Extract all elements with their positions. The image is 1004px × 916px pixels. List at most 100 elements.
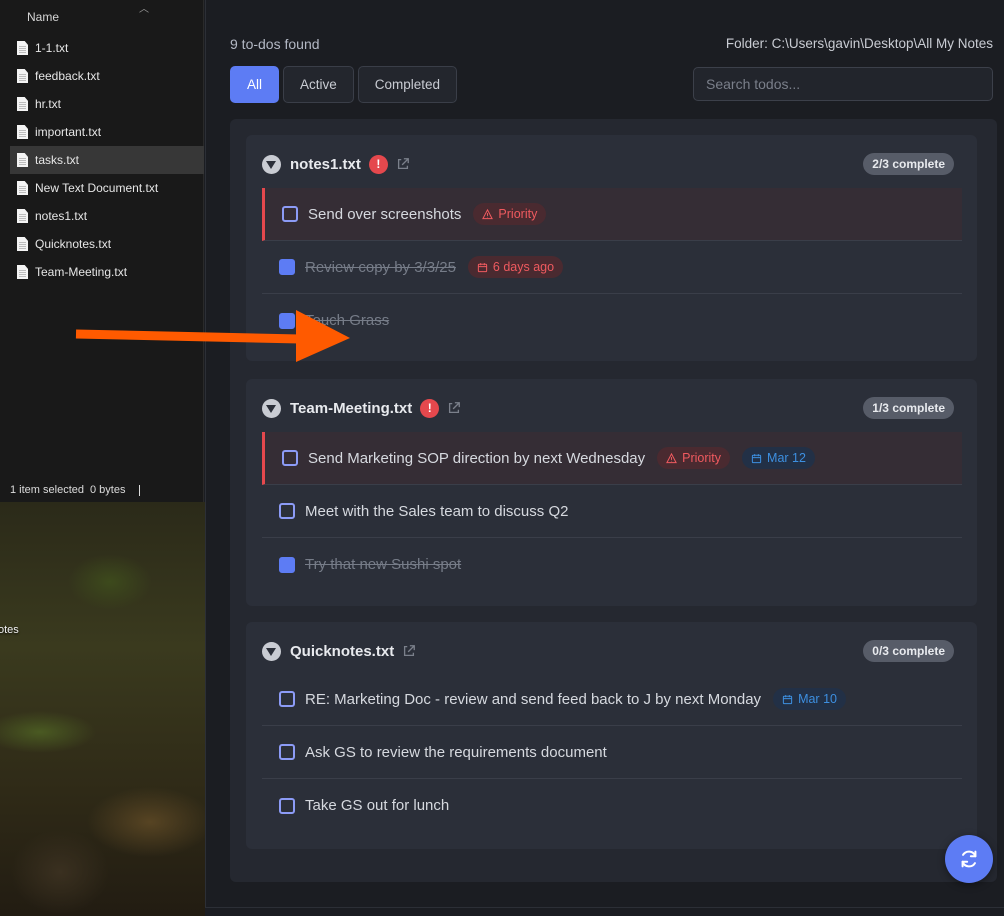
- todo-text[interactable]: Send Marketing SOP direction by next Wed…: [308, 450, 645, 467]
- todo-checkbox[interactable]: [279, 744, 295, 760]
- priority-alert-icon: !: [420, 398, 440, 418]
- text-file-icon: [17, 97, 28, 111]
- open-external-icon[interactable]: [447, 401, 461, 415]
- file-item[interactable]: New Text Document.txt: [0, 174, 204, 202]
- todo-checkbox[interactable]: [282, 450, 298, 466]
- todo-text[interactable]: Touch Grass: [305, 312, 389, 329]
- text-file-icon: [17, 41, 28, 55]
- file-item[interactable]: Team-Meeting.txt: [0, 258, 204, 286]
- app-topbar: 9 to-dos found Folder: C:\Users\gavin\De…: [230, 36, 998, 54]
- open-external-icon[interactable]: [396, 157, 410, 171]
- file-name: Quicknotes.txt: [35, 237, 112, 251]
- refresh-button[interactable]: [945, 835, 993, 883]
- file-name: hr.txt: [35, 97, 62, 111]
- calendar-icon: [751, 453, 762, 463]
- collapse-toggle-icon[interactable]: [262, 641, 281, 661]
- file-name: important.txt: [35, 125, 102, 139]
- file-item[interactable]: Quicknotes.txt: [0, 230, 204, 258]
- search-input[interactable]: [693, 67, 993, 101]
- column-header[interactable]: Name ︿: [0, 0, 204, 30]
- filter-completed-button[interactable]: Completed: [357, 66, 458, 103]
- file-name: 1-1.txt: [35, 41, 69, 55]
- progress-badge: 2/3 complete: [863, 153, 954, 175]
- todo-text[interactable]: Meet with the Sales team to discuss Q2: [305, 503, 568, 520]
- priority-tag: Priority: [657, 447, 731, 469]
- due-date-label: Mar 10: [798, 692, 837, 706]
- todo-item: Send Marketing SOP direction by next Wed…: [262, 432, 962, 485]
- explorer-status-bar: 1 item selected 0 bytes: [0, 478, 204, 502]
- priority-alert-icon: !: [368, 154, 388, 174]
- todo-list-panel: notes1.txt ! 2/3 complete Send over scre…: [230, 119, 997, 882]
- collapse-toggle-icon[interactable]: [262, 398, 281, 418]
- calendar-icon: [782, 694, 793, 704]
- progress-badge: 1/3 complete: [863, 397, 954, 419]
- todo-item: Review copy by 3/3/25 6 days ago: [262, 241, 962, 294]
- todo-count: 9 to-dos found: [230, 36, 320, 52]
- todo-checkbox-checked[interactable]: [279, 259, 295, 275]
- todo-checkbox[interactable]: [279, 503, 295, 519]
- due-date-label: Mar 12: [767, 451, 806, 465]
- calendar-icon: [477, 262, 488, 272]
- todo-item: Send over screenshots Priority: [262, 188, 962, 241]
- warning-icon: [482, 208, 494, 219]
- todo-checkbox[interactable]: [279, 797, 295, 814]
- todo-text[interactable]: Review copy by 3/3/25: [305, 259, 456, 276]
- filter-all-button[interactable]: All: [230, 66, 280, 103]
- file-explorer-pane: Name ︿ 1-1.txt feedback.txt hr.txt impor…: [0, 0, 204, 502]
- group-title: Quicknotes.txt: [290, 642, 395, 660]
- warning-icon: [666, 452, 678, 463]
- todo-checkbox[interactable]: [282, 206, 298, 222]
- file-item[interactable]: 1-1.txt: [0, 34, 204, 62]
- todo-item: RE: Marketing Doc - review and send feed…: [262, 673, 962, 726]
- todo-checkbox[interactable]: [279, 691, 295, 707]
- status-divider: [139, 484, 141, 496]
- group-header: notes1.txt ! 2/3 complete: [262, 153, 962, 175]
- priority-tag-label: Priority: [682, 451, 722, 465]
- file-name: feedback.txt: [35, 69, 100, 83]
- column-header-name[interactable]: Name: [27, 10, 59, 24]
- refresh-icon: [961, 850, 977, 868]
- file-item[interactable]: hr.txt: [0, 90, 204, 118]
- todo-item: Ask GS to review the requirements docume…: [262, 726, 962, 779]
- file-name: Team-Meeting.txt: [35, 265, 128, 279]
- todo-text[interactable]: Try that new Sushi spot: [305, 556, 461, 573]
- todo-checkbox-checked[interactable]: [279, 556, 295, 573]
- todo-checkbox-checked[interactable]: [279, 312, 295, 329]
- todo-text[interactable]: Take GS out for lunch: [305, 797, 449, 814]
- todo-item: Try that new Sushi spot: [262, 538, 962, 591]
- todo-text[interactable]: RE: Marketing Doc - review and send feed…: [305, 691, 761, 708]
- collapse-toggle-icon[interactable]: [262, 154, 281, 174]
- group-title: notes1.txt: [290, 155, 361, 173]
- due-date-tag: Mar 10: [773, 688, 846, 710]
- file-group-notes1: notes1.txt ! 2/3 complete Send over scre…: [246, 135, 977, 361]
- text-file-icon: [17, 237, 28, 251]
- group-header: Team-Meeting.txt ! 1/3 complete: [262, 397, 962, 419]
- todo-text[interactable]: Ask GS to review the requirements docume…: [305, 744, 607, 761]
- open-external-icon[interactable]: [402, 644, 416, 658]
- group-title: Team-Meeting.txt: [290, 399, 413, 417]
- text-file-icon: [17, 69, 28, 83]
- size-status: 0 bytes: [89, 484, 126, 496]
- selection-status: 1 item selected: [10, 484, 84, 496]
- text-file-icon: [17, 181, 28, 195]
- text-file-icon: [17, 265, 28, 279]
- sort-chevron-icon: ︿: [139, 4, 149, 15]
- overdue-date-tag: 6 days ago: [467, 256, 564, 278]
- desktop-wallpaper: otes: [0, 502, 205, 916]
- file-item[interactable]: important.txt: [0, 118, 204, 146]
- file-item[interactable]: notes1.txt: [0, 202, 204, 230]
- todo-text[interactable]: Send over screenshots: [308, 206, 461, 223]
- filter-active-button[interactable]: Active: [283, 66, 354, 103]
- priority-tag: Priority: [473, 203, 547, 225]
- overdue-date-label: 6 days ago: [492, 260, 555, 274]
- todo-item: Meet with the Sales team to discuss Q2: [262, 485, 962, 538]
- file-item[interactable]: feedback.txt: [0, 62, 204, 90]
- desktop-icon-label[interactable]: otes: [0, 624, 19, 636]
- file-name: tasks.txt: [35, 153, 80, 167]
- file-item-selected[interactable]: tasks.txt: [10, 146, 204, 174]
- group-header: Quicknotes.txt 0/3 complete: [262, 640, 962, 662]
- file-group-team-meeting: Team-Meeting.txt ! 1/3 complete Send Mar…: [246, 379, 977, 606]
- file-group-quicknotes: Quicknotes.txt 0/3 complete RE: Marketin…: [246, 622, 977, 849]
- folder-path: Folder: C:\Users\gavin\Desktop\All My No…: [725, 36, 993, 51]
- text-file-icon: [17, 125, 28, 139]
